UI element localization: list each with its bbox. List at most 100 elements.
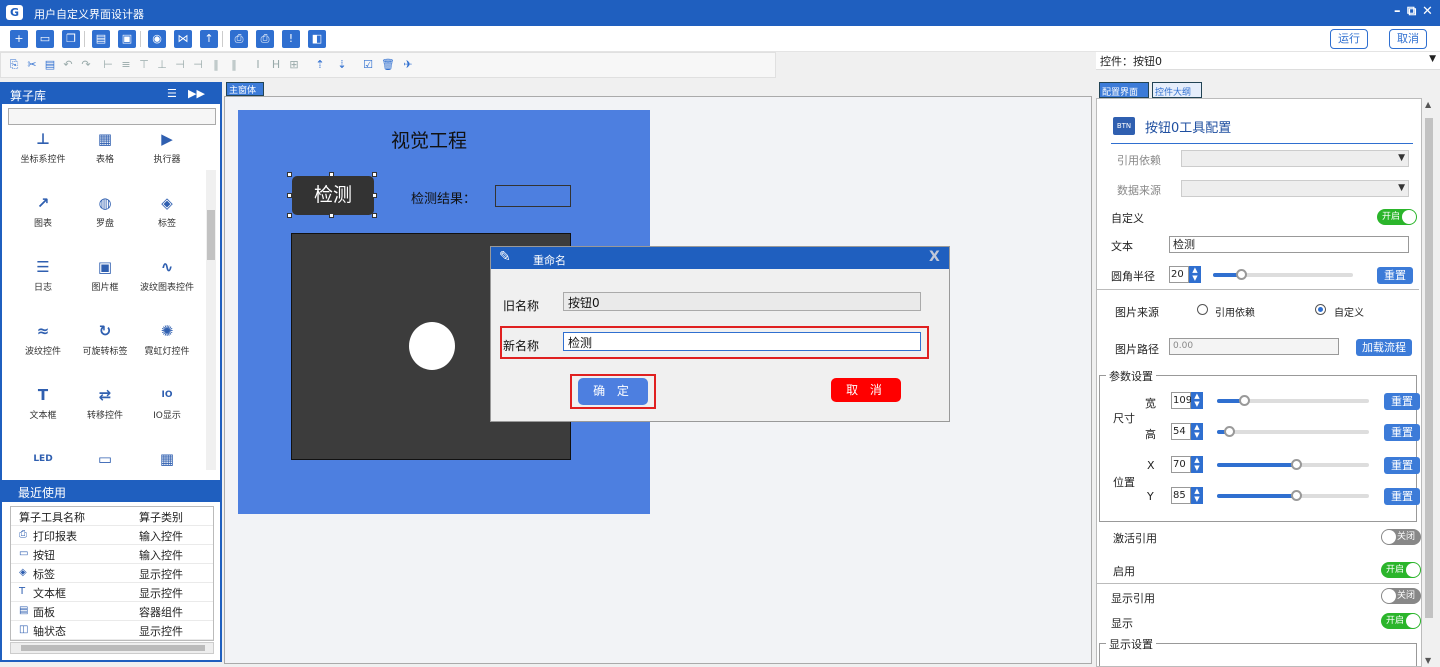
share-icon[interactable]: ⋈ xyxy=(174,30,192,48)
recent-row[interactable]: ▭ 按钮 输入控件 xyxy=(11,545,213,564)
recent-row[interactable]: T 文本框 显示控件 xyxy=(11,583,213,602)
tab-config[interactable]: 配置界面 xyxy=(1099,82,1149,98)
operator-item[interactable]: ⊥ 坐标系控件 xyxy=(12,128,74,165)
radius-reset-button[interactable]: 重置 xyxy=(1377,267,1413,284)
same-height-icon[interactable]: I xyxy=(251,58,265,72)
align-left-icon[interactable]: ⊢ xyxy=(101,58,115,72)
ok-button[interactable]: 确 定 xyxy=(578,378,648,405)
snapshot-icon[interactable]: ⎙ xyxy=(230,30,248,48)
x-reset-button[interactable]: 重置 xyxy=(1384,457,1420,474)
save-all-icon[interactable]: ❐ xyxy=(62,30,80,48)
operator-item[interactable]: ◈ 标签 xyxy=(136,192,198,229)
distribute-h-icon[interactable]: ‖ xyxy=(209,58,223,72)
operator-item[interactable]: ↻ 可旋转标签 xyxy=(74,320,136,357)
x-stepper[interactable]: 70 ▲ ▼ xyxy=(1171,456,1203,473)
same-width-icon[interactable]: H xyxy=(269,58,283,72)
result-textbox[interactable] xyxy=(495,185,571,207)
recent-row[interactable]: ◫ 轴状态 显示控件 xyxy=(11,621,213,640)
radius-slider[interactable] xyxy=(1213,269,1353,280)
bring-front-icon[interactable]: ⇡ xyxy=(313,58,327,72)
same-size-icon[interactable]: ⊞ xyxy=(287,58,301,72)
text-input[interactable]: 检测 xyxy=(1169,236,1409,253)
operator-item[interactable]: ▭ xyxy=(74,448,136,475)
result-label[interactable]: 检测结果： xyxy=(411,188,476,207)
snapshot2-icon[interactable]: ⎙ xyxy=(256,30,274,48)
x-slider[interactable] xyxy=(1217,459,1369,470)
operator-item[interactable]: ∿ 波纹图表控件 xyxy=(136,256,198,293)
open-folder-icon[interactable]: ▭ xyxy=(36,30,54,48)
save-icon[interactable]: ▣ xyxy=(118,30,136,48)
ref-dep-select[interactable]: ▼ xyxy=(1181,150,1409,167)
operator-item[interactable]: ☰ 日志 xyxy=(12,256,74,293)
operator-item[interactable]: T 文本框 xyxy=(12,384,74,421)
tab-main-form[interactable]: 主窗体 xyxy=(226,82,264,96)
cancel-button[interactable]: 取 消 xyxy=(831,378,901,402)
detect-button[interactable]: 检测 xyxy=(292,176,374,215)
cut-icon[interactable]: ✂ xyxy=(25,58,39,72)
operator-item[interactable]: ↗ 图表 xyxy=(12,192,74,229)
layout-icon[interactable]: ◧ xyxy=(308,30,326,48)
display-ref-toggle[interactable]: 关闭 xyxy=(1381,588,1421,604)
height-stepper[interactable]: 54 ▲ ▼ xyxy=(1171,423,1203,440)
align-bottom-icon[interactable]: ⊣ xyxy=(173,58,187,72)
pin-icon[interactable]: ✈ xyxy=(401,58,415,72)
width-reset-button[interactable]: 重置 xyxy=(1384,393,1420,410)
scroll-up-icon[interactable]: ▲ xyxy=(1425,100,1431,109)
config-scrollbar[interactable]: ▲ ▼ xyxy=(1422,98,1436,667)
resize-handle[interactable] xyxy=(287,213,292,218)
custom-toggle[interactable]: 开启 xyxy=(1377,209,1417,225)
minimize-icon[interactable]: – xyxy=(1394,4,1401,19)
scroll-down-icon[interactable]: ▼ xyxy=(1425,656,1431,665)
operator-item[interactable]: ▶ 执行器 xyxy=(136,128,198,165)
recent-row[interactable]: ⎙ 打印报表 输入控件 xyxy=(11,526,213,545)
tab-outline[interactable]: 控件大纲 xyxy=(1152,82,1202,98)
recent-hscroll[interactable] xyxy=(10,642,214,654)
resize-handle[interactable] xyxy=(287,193,292,198)
control-selector[interactable]: 控件：按钮0 ▼ xyxy=(1096,52,1440,70)
resize-handle[interactable] xyxy=(329,213,334,218)
resize-handle[interactable] xyxy=(372,172,377,177)
library-scrollbar[interactable] xyxy=(206,170,216,470)
upload-icon[interactable]: ↑ xyxy=(200,30,218,48)
send-back-icon[interactable]: ⇣ xyxy=(335,58,349,72)
cancel-top-button[interactable]: 取消 xyxy=(1389,29,1427,49)
align-middle-icon[interactable]: ⊥ xyxy=(155,58,169,72)
toolbox-icon[interactable]: ▤ xyxy=(92,30,110,48)
redo-icon[interactable]: ↷ xyxy=(79,58,93,72)
radius-stepper[interactable]: 20 ▲ ▼ xyxy=(1169,266,1201,283)
resize-handle[interactable] xyxy=(329,172,334,177)
form-title[interactable]: 视觉工程 xyxy=(238,126,620,153)
close-icon[interactable]: ✕ xyxy=(1422,4,1433,19)
operator-item[interactable]: IO IO显示 xyxy=(136,384,198,421)
operator-item[interactable]: ▣ 图片框 xyxy=(74,256,136,293)
restore-icon[interactable]: ⧉ xyxy=(1407,4,1416,19)
operator-item[interactable]: ⇄ 转移控件 xyxy=(74,384,136,421)
width-stepper[interactable]: 109 ▲ ▼ xyxy=(1171,392,1203,409)
y-stepper[interactable]: 85 ▲ ▼ xyxy=(1171,487,1203,504)
resize-handle[interactable] xyxy=(372,213,377,218)
height-slider[interactable] xyxy=(1217,426,1369,437)
distribute-v-icon[interactable]: ‖ xyxy=(227,58,241,72)
image-path-input[interactable]: 0.00 xyxy=(1169,338,1339,355)
align-top-icon[interactable]: ⊤ xyxy=(137,58,151,72)
load-flow-button[interactable]: 加载流程 xyxy=(1356,339,1412,356)
collapse-icon[interactable]: ▶▶ xyxy=(188,87,205,100)
menu-icon[interactable]: ☰ xyxy=(167,87,177,100)
enable-toggle[interactable]: 开启 xyxy=(1381,562,1421,578)
resize-handle[interactable] xyxy=(287,172,292,177)
y-slider[interactable] xyxy=(1217,490,1369,501)
library-search-input[interactable] xyxy=(8,108,216,125)
dialog-close-icon[interactable]: X xyxy=(929,249,940,265)
copy-icon[interactable]: ⎘ xyxy=(7,58,21,72)
width-slider[interactable] xyxy=(1217,395,1369,406)
data-source-select[interactable]: ▼ xyxy=(1181,180,1409,197)
operator-item[interactable]: ▦ 表格 xyxy=(74,128,136,165)
operator-item[interactable]: ◍ 罗盘 xyxy=(74,192,136,229)
paste-icon[interactable]: ▤ xyxy=(43,58,57,72)
preview-eye-icon[interactable]: ◉ xyxy=(148,30,166,48)
activate-ref-toggle[interactable]: 关闭 xyxy=(1381,529,1421,545)
radio-custom[interactable] xyxy=(1315,304,1326,315)
check-icon[interactable]: ☑ xyxy=(361,58,375,72)
operator-item[interactable]: ≈ 波纹控件 xyxy=(12,320,74,357)
align-right-icon[interactable]: ⊣ xyxy=(191,58,205,72)
